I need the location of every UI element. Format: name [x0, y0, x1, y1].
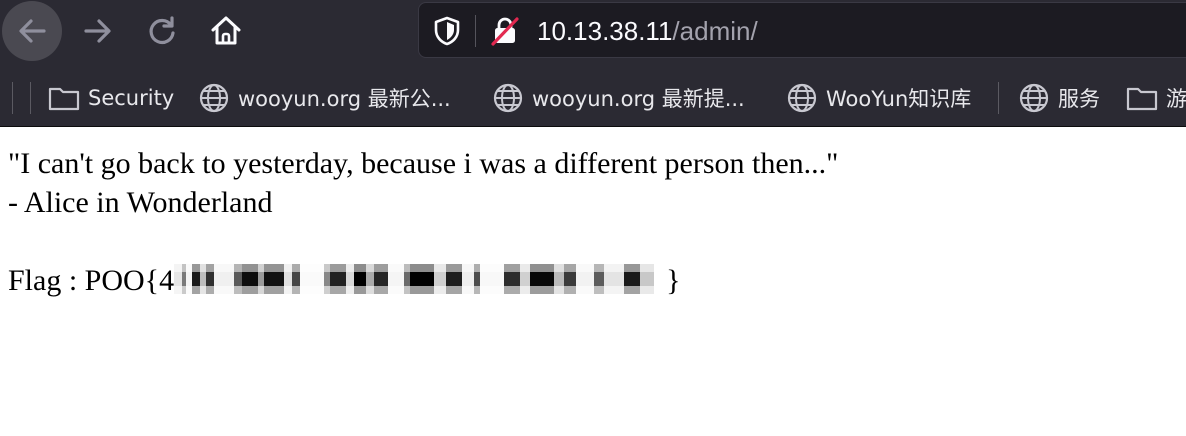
quote-attribution: - Alice in Wonderland: [8, 186, 273, 219]
page-content: "I can't go back to yesterday, because i…: [8, 144, 1178, 300]
reload-button[interactable]: [132, 1, 192, 61]
reload-icon: [149, 16, 175, 45]
arrow-right-icon: [84, 19, 111, 43]
globe-icon: [492, 82, 524, 114]
forward-button[interactable]: [68, 1, 128, 61]
shield-icon: [434, 16, 460, 46]
bookmarks-separator: [30, 82, 31, 114]
bookmarks-separator: [998, 82, 999, 114]
flag-line: Flag : POO{4}: [8, 261, 1178, 300]
browser-chrome: 10.13.38.11/admin/ Security wooyun.org 最…: [0, 0, 1186, 127]
flag-suffix: }: [666, 264, 681, 297]
bookmarks-toolbar: Security wooyun.org 最新公... wooyun.org 最新…: [0, 70, 1186, 126]
back-button[interactable]: [2, 1, 62, 61]
insecure-lock-icon: [491, 17, 519, 46]
globe-icon: [786, 82, 818, 114]
bookmark-label: wooyun.org 最新公...: [238, 87, 451, 111]
globe-icon: [198, 82, 230, 114]
bookmark-folder-games[interactable]: 游: [1126, 76, 1186, 120]
bookmark-wooyun-knowledge[interactable]: WooYun知识库: [786, 76, 971, 120]
bookmark-label: wooyun.org 最新提...: [532, 87, 745, 111]
folder-icon: [1126, 82, 1158, 114]
tracking-protection-button[interactable]: [431, 15, 463, 47]
insecure-connection-button[interactable]: [489, 15, 521, 47]
bookmark-label: 服务: [1058, 87, 1100, 111]
bookmark-services[interactable]: 服务: [1018, 76, 1100, 120]
home-icon: [211, 16, 241, 45]
home-button[interactable]: [196, 1, 256, 61]
address-bar[interactable]: 10.13.38.11/admin/: [418, 2, 1186, 58]
folder-icon: [48, 82, 80, 114]
redacted-flag-mosaic: [174, 264, 667, 294]
bookmark-wooyun-public[interactable]: wooyun.org 最新公...: [198, 76, 451, 120]
arrow-left-icon: [19, 19, 46, 43]
address-bar-divider: [475, 15, 476, 47]
bookmark-folder-security[interactable]: Security: [48, 76, 174, 120]
bookmark-label: WooYun知识库: [826, 87, 972, 111]
bookmark-label: 游: [1166, 87, 1186, 111]
bookmarks-separator: [12, 82, 13, 114]
bookmark-label: Security: [88, 86, 175, 110]
url-text[interactable]: 10.13.38.11/admin/: [537, 15, 758, 47]
bookmark-wooyun-submit[interactable]: wooyun.org 最新提...: [492, 76, 745, 120]
navigation-toolbar: 10.13.38.11/admin/: [0, 0, 1186, 64]
url-path: /admin/: [672, 16, 758, 46]
globe-icon: [1018, 82, 1050, 114]
flag-prefix: Flag : POO{4: [8, 264, 175, 297]
quote-text: "I can't go back to yesterday, because i…: [8, 147, 839, 180]
url-host: 10.13.38.11: [537, 16, 673, 46]
